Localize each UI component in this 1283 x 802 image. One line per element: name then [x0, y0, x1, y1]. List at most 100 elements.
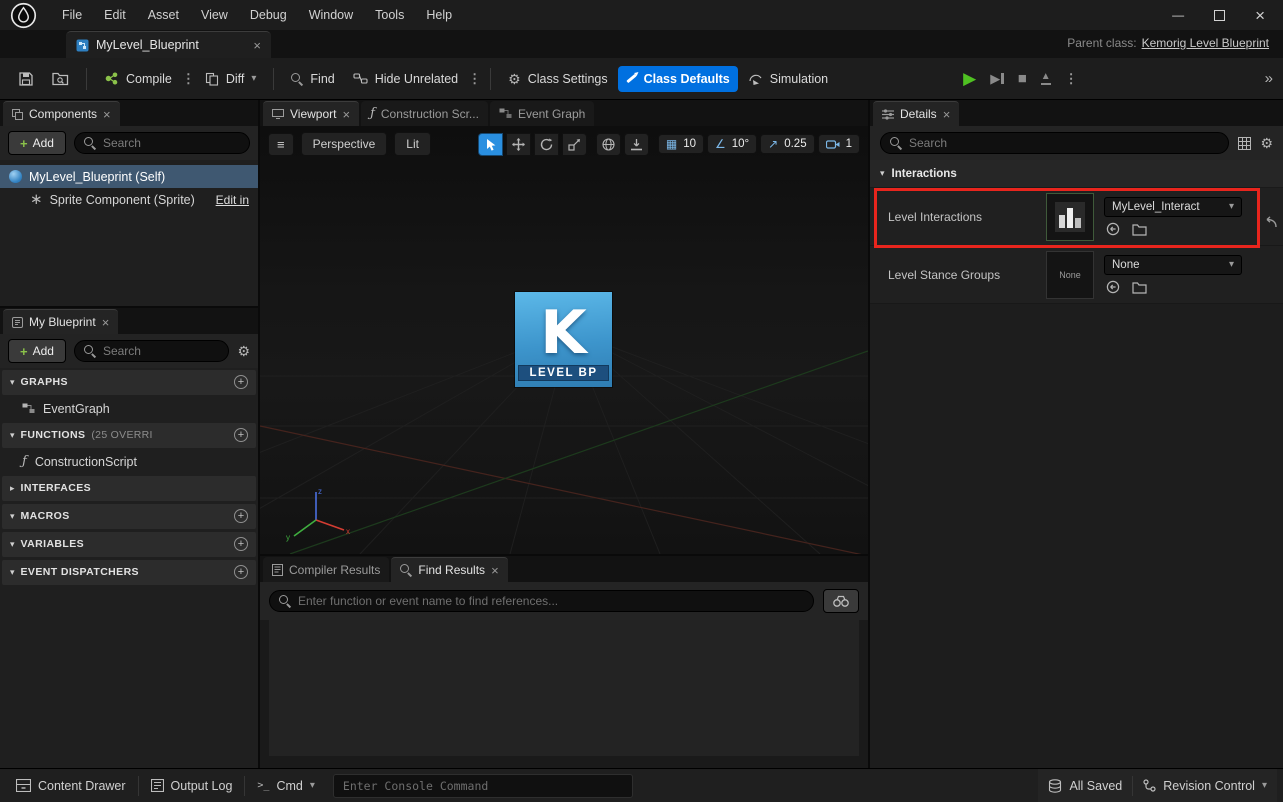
content-drawer-button[interactable]: Content Drawer [6, 769, 136, 802]
scale-snap-value[interactable]: 0.25 [784, 138, 806, 150]
diff-button[interactable]: Diff [197, 66, 265, 92]
property-matrix-icon[interactable] [1238, 137, 1251, 150]
level-stance-groups-dropdown[interactable]: None [1104, 255, 1242, 275]
tab-components[interactable]: Components [3, 101, 120, 126]
level-interactions-thumbnail[interactable] [1046, 193, 1094, 241]
section-graphs[interactable]: GRAPHS [2, 370, 256, 395]
frame-skip-icon[interactable] [990, 72, 1004, 85]
add-component-button[interactable]: + Add [8, 131, 66, 155]
class-settings-button[interactable]: Class Settings [500, 66, 615, 92]
maximize-icon[interactable] [1214, 10, 1225, 21]
global-find-button[interactable] [823, 589, 859, 613]
reset-to-default-icon[interactable] [1262, 216, 1278, 229]
menu-asset[interactable]: Asset [137, 4, 190, 26]
find-references-input[interactable] [298, 594, 804, 608]
toolbar-overflow-icon[interactable] [1265, 71, 1273, 86]
rotate-tool-icon[interactable] [534, 133, 559, 156]
eject-icon[interactable] [1041, 72, 1051, 85]
section-event-dispatchers[interactable]: EVENT DISPATCHERS [2, 560, 256, 585]
scale-tool-icon[interactable] [562, 133, 587, 156]
lit-mode-button[interactable]: Lit [394, 132, 431, 156]
select-tool-icon[interactable] [478, 133, 503, 156]
expand-arrow-icon[interactable] [10, 431, 15, 440]
expand-arrow-icon[interactable] [10, 568, 15, 577]
tab-details[interactable]: Details [873, 101, 959, 126]
section-macros[interactable]: MACROS [2, 504, 256, 529]
my-blueprint-search-input[interactable] [103, 344, 219, 358]
level-bp-sprite[interactable]: K LEVEL BP [515, 292, 612, 387]
menu-file[interactable]: File [51, 4, 93, 26]
compile-button[interactable]: Compile [96, 65, 180, 92]
interactions-section-header[interactable]: Interactions [870, 160, 1283, 188]
close-icon[interactable] [491, 564, 499, 577]
menu-help[interactable]: Help [415, 4, 463, 26]
level-interactions-dropdown[interactable]: MyLevel_Interact [1104, 197, 1242, 217]
tab-mylevel-blueprint[interactable]: MyLevel_Blueprint [66, 31, 271, 58]
tab-viewport[interactable]: Viewport [263, 101, 359, 126]
tab-construction-script[interactable]: Construction Scr... [361, 101, 488, 126]
tree-item-self[interactable]: MyLevel_Blueprint (Self) [0, 165, 258, 188]
rotation-snap-value[interactable]: 10° [732, 138, 749, 150]
find-button[interactable]: Find [283, 66, 342, 92]
section-arrow-icon[interactable] [880, 169, 885, 178]
class-defaults-button[interactable]: Class Defaults [618, 66, 738, 92]
close-icon[interactable] [102, 316, 110, 329]
all-saved-button[interactable]: All Saved [1038, 769, 1132, 802]
surface-snap-icon[interactable] [624, 133, 649, 156]
details-settings-gear-icon[interactable] [1260, 136, 1273, 150]
my-blueprint-settings-gear-icon[interactable] [237, 344, 250, 358]
level-stance-groups-thumbnail[interactable]: None [1046, 251, 1094, 299]
rotation-snap-toggle[interactable]: 10° [707, 134, 757, 154]
close-icon[interactable] [103, 108, 111, 121]
add-graph-icon[interactable] [234, 375, 248, 389]
close-icon[interactable] [342, 108, 350, 121]
camera-speed-toggle[interactable]: 1 [818, 134, 860, 154]
compile-options-icon[interactable] [182, 72, 195, 85]
add-variable-icon[interactable] [234, 537, 248, 551]
section-variables[interactable]: VARIABLES [2, 532, 256, 557]
play-icon[interactable] [963, 70, 976, 87]
construction-script-item[interactable]: ConstructionScript [0, 449, 258, 474]
hide-unrelated-button[interactable]: Hide Unrelated [345, 66, 466, 92]
world-space-icon[interactable] [596, 133, 621, 156]
add-macro-icon[interactable] [234, 509, 248, 523]
cmd-dropdown[interactable]: >_ Cmd [247, 769, 324, 802]
add-event-dispatcher-icon[interactable] [234, 565, 248, 579]
grid-snap-value[interactable]: 10 [683, 138, 696, 150]
revision-control-button[interactable]: Revision Control [1133, 769, 1277, 802]
stop-icon[interactable] [1018, 71, 1027, 86]
edit-in-link[interactable]: Edit in [216, 193, 249, 207]
menu-window[interactable]: Window [298, 4, 364, 26]
close-tab-icon[interactable] [253, 39, 261, 52]
section-interfaces[interactable]: INTERFACES [2, 476, 256, 501]
tab-event-graph[interactable]: Event Graph [490, 101, 594, 126]
play-options-icon[interactable] [1065, 72, 1078, 85]
viewport-3d[interactable]: K LEVEL BP z x y Perspective Lit [260, 126, 868, 554]
unreal-logo-icon[interactable] [10, 2, 37, 29]
simulation-button[interactable]: Simulation [740, 65, 836, 92]
tab-find-results[interactable]: Find Results [391, 557, 507, 582]
tree-item-sprite[interactable]: Sprite Component (Sprite) Edit in [0, 188, 258, 211]
hide-unrelated-options-icon[interactable] [468, 72, 481, 85]
components-search-input[interactable] [103, 136, 240, 150]
menu-tools[interactable]: Tools [364, 4, 415, 26]
console-command-input[interactable] [343, 779, 623, 793]
camera-speed-value[interactable]: 1 [846, 138, 852, 150]
output-log-button[interactable]: Output Log [141, 769, 243, 802]
event-graph-item[interactable]: EventGraph [0, 396, 258, 421]
section-functions[interactable]: FUNCTIONS (25 OVERRI [2, 423, 256, 448]
move-tool-icon[interactable] [506, 133, 531, 156]
add-function-icon[interactable] [234, 428, 248, 442]
scale-snap-toggle[interactable]: 0.25 [760, 134, 814, 154]
use-selected-asset-icon[interactable] [1106, 280, 1120, 294]
browse-to-asset-icon[interactable] [1132, 222, 1147, 236]
expand-arrow-icon[interactable] [10, 378, 15, 387]
save-button[interactable] [10, 65, 42, 93]
browse-asset-button[interactable] [44, 65, 77, 92]
close-window-icon[interactable] [1255, 7, 1265, 24]
viewport-menu-icon[interactable] [268, 133, 294, 156]
perspective-button[interactable]: Perspective [301, 132, 388, 156]
collapsed-arrow-icon[interactable] [10, 484, 15, 493]
details-search-input[interactable] [909, 136, 1219, 150]
add-blueprint-item-button[interactable]: + Add [8, 339, 66, 363]
